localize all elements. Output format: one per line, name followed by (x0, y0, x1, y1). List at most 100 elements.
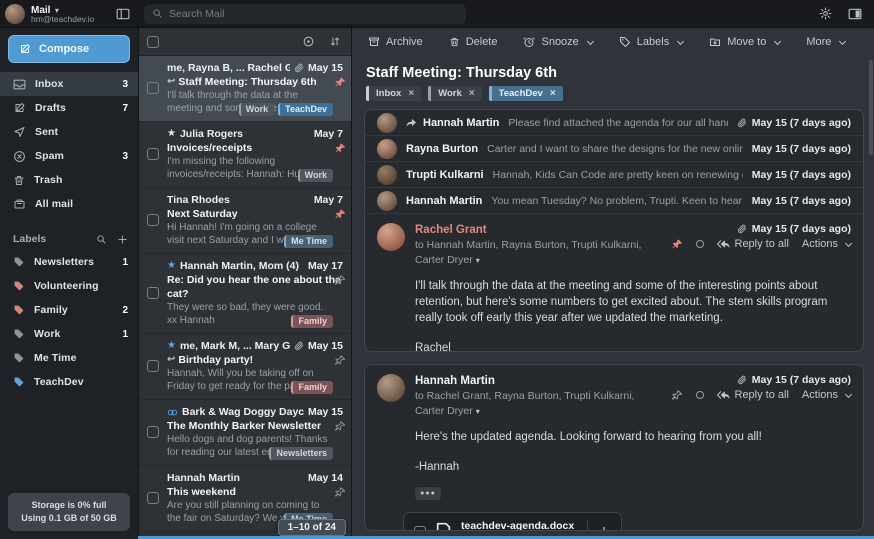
chip-teachdev[interactable]: TeachDev× (489, 86, 563, 101)
storage-indicator: Storage is 0% full Using 0.1 GB of 50 GB (8, 493, 130, 531)
chip-work[interactable]: Work× (428, 86, 481, 101)
paperclip-icon (294, 63, 304, 73)
checkbox[interactable] (147, 148, 159, 160)
reply-to-all-button[interactable]: Reply to all (717, 238, 789, 250)
compose-button[interactable]: Compose (8, 35, 130, 63)
sidebar-label-newsletters[interactable]: Newsletters 1 (0, 250, 138, 274)
collapsed-message[interactable]: Hannah Martin Please find attached the a… (365, 110, 863, 136)
newsletter-icon (167, 408, 178, 417)
star-icon[interactable]: ★ (167, 341, 176, 351)
pin-icon[interactable] (335, 143, 346, 154)
reply-all-icon (717, 239, 730, 249)
chip-inbox[interactable]: Inbox× (366, 86, 421, 101)
pin-icon[interactable] (335, 355, 346, 366)
checkbox[interactable] (147, 214, 159, 226)
collapsed-message[interactable]: Trupti Kulkarni Hannah, Kids Can Code ar… (365, 162, 863, 188)
collapsed-message[interactable]: Hannah Martin You mean Tuesday? No probl… (365, 188, 863, 214)
account-avatar[interactable] (5, 4, 25, 24)
tag-icon (13, 280, 25, 292)
read-status-icon[interactable] (696, 240, 704, 248)
checkbox[interactable] (147, 360, 159, 372)
sidebar-item-all-mail[interactable]: All mail (0, 192, 138, 216)
select-all-checkbox[interactable] (147, 36, 159, 48)
sidebar-label-teachdev[interactable]: TeachDev (0, 370, 138, 394)
pin-icon[interactable] (335, 421, 346, 432)
remove-label-icon[interactable]: × (550, 88, 556, 99)
sidebar-item-spam[interactable]: Spam 3 (0, 144, 138, 168)
labels-button[interactable]: Labels (619, 36, 683, 48)
pin-icon[interactable] (335, 487, 346, 498)
sidebar-item-drafts[interactable]: Drafts 7 (0, 96, 138, 120)
topbar-actions (819, 7, 874, 20)
reading-pane-icon[interactable] (848, 8, 862, 20)
star-icon[interactable]: ★ (167, 261, 176, 271)
read-status-icon[interactable] (696, 391, 704, 399)
checkbox[interactable] (147, 82, 159, 94)
label-search-icon[interactable] (96, 234, 107, 245)
move-to-button[interactable]: Move to (709, 36, 780, 48)
sidebar-item-sent[interactable]: Sent (0, 120, 138, 144)
actions-button[interactable]: Actions (802, 389, 851, 401)
sidebar-label-work[interactable]: Work 1 (0, 322, 138, 346)
archive-button[interactable]: Archive (368, 36, 423, 48)
list-item[interactable]: ★Julia Rogers May 7 Invoices/receipts I'… (139, 122, 351, 188)
pin-icon[interactable] (672, 390, 683, 401)
checkbox[interactable] (147, 426, 159, 438)
checkbox[interactable] (147, 287, 159, 299)
unread-count: 7 (122, 103, 128, 114)
attachment-card[interactable]: teachdev-agenda.docx 43 KB (403, 512, 622, 531)
unread-count: 3 (122, 151, 128, 162)
pin-icon[interactable] (335, 275, 346, 286)
expanded-message: Hannah Martin to Rachel Grant, Rayna Bur… (365, 365, 863, 531)
remove-label-icon[interactable]: × (408, 88, 414, 99)
sidebar-label-me-time[interactable]: Me Time (0, 346, 138, 370)
tag-icon (13, 352, 25, 364)
chevron-down-icon (839, 37, 846, 44)
paperclip-icon (737, 224, 747, 234)
pending-filter-icon[interactable] (302, 35, 315, 48)
list-item[interactable]: ★Hannah Martin, Mom (4) May 17 Re: Did y… (139, 254, 351, 334)
message-body: Here's the updated agenda. Looking forwa… (415, 429, 851, 475)
label-chips: Family (291, 315, 333, 328)
add-label-icon[interactable] (117, 234, 128, 245)
delete-button[interactable]: Delete (449, 36, 498, 48)
inbox-icon (13, 79, 26, 90)
reply-to-all-button[interactable]: Reply to all (717, 389, 789, 401)
search-bar[interactable] (144, 4, 466, 24)
list-item[interactable]: ★me, Mark M, ... Mary G (8) May 15 ↩Birt… (139, 334, 351, 400)
settings-gear-icon[interactable] (819, 7, 832, 20)
pin-icon[interactable] (672, 239, 683, 250)
avatar (377, 191, 397, 211)
avatar (377, 223, 405, 251)
list-item[interactable]: Bark & Wag Doggy Daycare May 15 The Mont… (139, 400, 351, 466)
pin-icon[interactable] (335, 209, 346, 220)
sidebar-item-trash[interactable]: Trash (0, 168, 138, 192)
remove-label-icon[interactable]: × (469, 88, 475, 99)
scrollbar-thumb[interactable] (869, 60, 873, 155)
pin-icon[interactable] (335, 77, 346, 88)
account-area[interactable]: Mail ▾ hm@teachdev.io (0, 4, 138, 24)
checkbox[interactable] (147, 492, 159, 504)
list-item[interactable]: Tina Rhodes May 7 Next Saturday Hi Hanna… (139, 188, 351, 254)
actions-button[interactable]: Actions (802, 238, 851, 250)
sidebar-toggle-icon[interactable] (116, 8, 130, 20)
account-info[interactable]: Mail ▾ hm@teachdev.io (31, 4, 110, 24)
sidebar-label-family[interactable]: Family 2 (0, 298, 138, 322)
chevron-down-icon (845, 391, 852, 398)
avatar (377, 374, 405, 402)
snooze-button[interactable]: Snooze (523, 36, 592, 48)
more-button[interactable]: More (806, 36, 845, 48)
search-input[interactable] (169, 8, 458, 20)
show-quoted-text-button[interactable]: ●●● (415, 487, 441, 500)
sort-icon[interactable] (329, 35, 341, 48)
tag-icon (13, 304, 25, 316)
sidebar-item-inbox[interactable]: Inbox 3 (0, 72, 138, 96)
download-icon[interactable] (597, 525, 611, 531)
list-item[interactable]: me, Rayna B, ... Rachel G (6) May 15 ↩St… (139, 56, 351, 122)
recipients-line[interactable]: to Hannah Martin, Rayna Burton, Trupti K… (415, 238, 662, 268)
recipients-line[interactable]: to Rachel Grant, Rayna Burton, Trupti Ku… (415, 389, 662, 419)
collapsed-message[interactable]: Rayna Burton Carter and I want to share … (365, 136, 863, 162)
sidebar-label-volunteering[interactable]: Volunteering (0, 274, 138, 298)
attachment-checkbox[interactable] (414, 526, 426, 531)
star-icon[interactable]: ★ (167, 129, 176, 139)
